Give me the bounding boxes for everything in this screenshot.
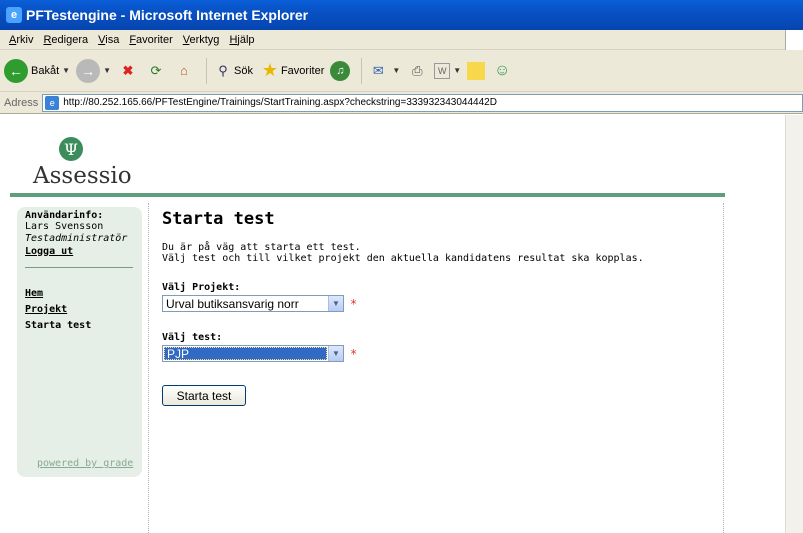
content-border-left — [148, 203, 149, 533]
title-bar: e PFTestengine - Microsoft Internet Expl… — [0, 0, 803, 30]
powered-by-link[interactable]: powered by grade — [37, 458, 133, 469]
menu-visa[interactable]: Visa — [93, 34, 124, 46]
refresh-icon: ⟳ — [150, 62, 162, 78]
stop-button[interactable]: ✖ — [117, 60, 139, 82]
internet-explorer-icon: e — [6, 7, 22, 23]
sidebar-item-starta-test[interactable]: Starta test — [25, 318, 134, 334]
intro-line-2: Välj test och till vilket projekt den ak… — [162, 253, 644, 264]
menu-hjalp[interactable]: Hjälp — [224, 34, 259, 46]
chevron-down-icon[interactable]: ▼ — [328, 346, 343, 361]
page-icon: e — [45, 95, 60, 110]
project-label: Välj Projekt: — [162, 282, 241, 293]
favorites-button[interactable]: ★ Favoriter — [259, 60, 324, 82]
media-icon: ♫ — [330, 60, 351, 81]
sidebar-item-projekt[interactable]: Projekt — [25, 302, 134, 318]
main-content: Starta test Du är på väg att starta ett … — [162, 207, 722, 406]
refresh-button[interactable]: ⟳ — [145, 60, 167, 82]
chevron-down-icon[interactable]: ▼ — [328, 296, 343, 311]
test-select[interactable]: PJP ▼ — [162, 345, 344, 362]
page-viewport: Ψ Assessio Användarinfo: Lars Svensson T… — [0, 115, 785, 533]
notes-icon — [467, 61, 486, 80]
menu-arkiv[interactable]: Arkiv — [4, 34, 38, 46]
toolbar-separator — [361, 57, 363, 84]
toolbar-separator — [205, 57, 207, 84]
mail-dropdown-icon[interactable]: ▼ — [392, 66, 400, 75]
start-test-button[interactable]: Starta test — [162, 385, 246, 406]
menu-redigera[interactable]: Redigera — [38, 34, 93, 46]
assessio-logo: Ψ Assessio — [33, 137, 143, 192]
vertical-scrollbar[interactable] — [785, 115, 803, 533]
browser-window: e PFTestengine - Microsoft Internet Expl… — [0, 0, 803, 533]
edit-icon: W — [434, 62, 451, 79]
sidebar: Användarinfo: Lars Svensson Testadminist… — [17, 207, 142, 477]
window-title: PFTestengine - Microsoft Internet Explor… — [26, 7, 309, 23]
intro-line-1: Du är på väg att starta ett test. — [162, 242, 361, 253]
forward-arrow-icon: → — [76, 58, 101, 83]
forward-button[interactable]: → ▼ — [76, 58, 111, 83]
logout-link[interactable]: Logga ut — [25, 246, 134, 257]
search-label: Sök — [233, 64, 253, 77]
mail-icon: ✉ — [372, 62, 384, 78]
back-dropdown-icon[interactable]: ▼ — [62, 66, 70, 75]
menu-verktyg[interactable]: Verktyg — [178, 34, 225, 46]
content-border-right — [723, 203, 724, 533]
notes-button[interactable] — [467, 61, 486, 80]
forward-dropdown-icon[interactable]: ▼ — [103, 66, 111, 75]
test-label: Välj test: — [162, 332, 223, 343]
user-name: Lars Svensson — [25, 221, 104, 232]
menu-bar: Arkiv Redigera Visa Favoriter Verktyg Hj… — [0, 30, 803, 50]
edit-button[interactable]: W ▼ — [434, 62, 461, 79]
sidebar-item-hem[interactable]: Hem — [25, 286, 134, 302]
messenger-icon: ☺ — [494, 61, 511, 79]
back-arrow-icon: ← — [4, 58, 28, 83]
test-select-value: PJP — [164, 347, 327, 360]
sidebar-divider — [25, 267, 133, 268]
print-button[interactable]: ⎙ — [406, 60, 428, 82]
address-label: Adress — [4, 96, 39, 109]
user-role: Testadministratör — [25, 233, 128, 244]
edit-dropdown-icon[interactable]: ▼ — [453, 66, 461, 75]
logo-text: Assessio — [33, 163, 132, 189]
home-icon: ⌂ — [180, 63, 188, 78]
address-bar: Adress e http://80.252.165.66/PFTestEngi… — [0, 92, 803, 114]
toolbar: ← Bakåt ▼ → ▼ ✖ ⟳ ⌂ ⚲ Sök ★ Favoriter ♫ — [0, 50, 803, 92]
project-row: Urval butiksansvarig norr ▼ * — [162, 295, 722, 312]
page-title: Starta test — [162, 209, 275, 229]
back-label: Bakåt — [31, 64, 60, 77]
favorites-label: Favoriter — [280, 64, 325, 77]
search-button[interactable]: ⚲ Sök — [212, 60, 253, 82]
back-button[interactable]: ← Bakåt ▼ — [4, 58, 70, 83]
project-select-value: Urval butiksansvarig norr — [166, 296, 299, 311]
test-row: PJP ▼ * — [162, 345, 722, 362]
favorites-star-icon: ★ — [261, 60, 279, 80]
psi-logo-icon: Ψ — [59, 137, 83, 161]
media-button[interactable]: ♫ — [330, 60, 351, 81]
messenger-button[interactable]: ☺ — [491, 60, 513, 82]
required-indicator: * — [350, 346, 358, 361]
address-input[interactable]: e http://80.252.165.66/PFTestEngine/Trai… — [42, 93, 803, 112]
print-icon: ⎙ — [412, 62, 423, 78]
address-url: http://80.252.165.66/PFTestEngine/Traini… — [63, 97, 497, 108]
menu-favoriter[interactable]: Favoriter — [124, 34, 177, 46]
required-indicator: * — [350, 296, 358, 311]
mail-button[interactable]: ✉ ▼ — [367, 60, 400, 82]
header-divider — [10, 193, 725, 197]
home-button[interactable]: ⌂ — [173, 60, 195, 82]
intro-text: Du är på väg att starta ett test. Välj t… — [162, 242, 722, 264]
user-info-heading: Användarinfo: — [25, 210, 104, 221]
stop-icon: ✖ — [122, 62, 134, 78]
project-select[interactable]: Urval butiksansvarig norr ▼ — [162, 295, 344, 312]
windows-logo-icon — [785, 30, 803, 50]
search-icon: ⚲ — [218, 62, 228, 78]
